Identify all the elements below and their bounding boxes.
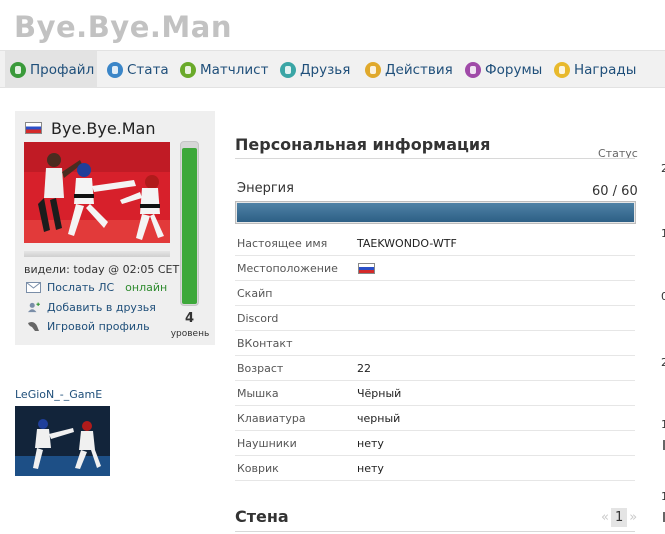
info-label: Клавиатура xyxy=(237,412,306,425)
add-friend-link[interactable]: Добавить в друзья xyxy=(26,301,156,314)
section-divider xyxy=(235,158,635,159)
tab-awards[interactable]: Награды xyxy=(554,51,636,88)
tab-profile-label: Профайл xyxy=(30,61,95,78)
friend-avatar[interactable] xyxy=(15,406,110,476)
radiation-icon xyxy=(180,61,196,78)
awards-icon xyxy=(554,61,570,78)
info-value: 22 xyxy=(357,362,371,375)
info-row-keyboard: Клавиатура черный xyxy=(235,406,635,431)
send-pm-link[interactable]: Послать ЛС онлайн xyxy=(26,281,167,294)
info-value: TAEKWONDO-WTF xyxy=(357,237,457,250)
right-column-fragment: 1 xyxy=(661,490,665,503)
right-column-cutoff xyxy=(660,115,665,534)
actions-icon xyxy=(365,61,381,78)
mouse-icon xyxy=(28,322,39,331)
info-row-skype: Скайп xyxy=(235,281,635,306)
add-friend-label: Добавить в друзья xyxy=(47,301,156,314)
info-label: Мышка xyxy=(237,387,279,400)
energy-value: 60 / 60 xyxy=(592,184,638,199)
tab-actions-label: Действия xyxy=(385,61,453,78)
level-label: уровень xyxy=(170,329,210,339)
info-label: Discord xyxy=(237,312,279,325)
friend-name-link[interactable]: LeGioN_-_GamE xyxy=(15,388,102,401)
wall-title: Стена xyxy=(235,507,289,526)
energy-label: Энергия xyxy=(237,181,294,196)
wall-pagination: « 1 » xyxy=(601,508,637,527)
tab-friends[interactable]: Друзья xyxy=(280,51,350,88)
tab-matchlist-label: Матчлист xyxy=(200,61,269,78)
right-column-fragment: 1 xyxy=(661,418,665,431)
profile-card: Bye.Bye.Man видели: today @ 02:05 CET По… xyxy=(15,111,215,345)
info-row-location: Местоположение xyxy=(235,256,635,281)
info-value: черный xyxy=(357,412,401,425)
online-status: онлайн xyxy=(125,281,168,294)
info-row-vkontakte: ВКонтакт xyxy=(235,331,635,356)
tab-matchlist[interactable]: Матчлист xyxy=(180,51,268,88)
info-row-age: Возраст 22 xyxy=(235,356,635,381)
info-label: Скайп xyxy=(237,287,273,300)
tab-stats[interactable]: Стата xyxy=(107,51,169,88)
level-number: 4 xyxy=(184,311,195,326)
russia-flag-icon xyxy=(358,263,375,274)
game-profile-link[interactable]: Игровой профиль xyxy=(26,320,150,333)
tab-friends-label: Друзья xyxy=(300,61,351,78)
info-label: Местоположение xyxy=(237,262,338,275)
info-value: нету xyxy=(357,437,384,450)
info-row-real-name: Настоящее имя TAEKWONDO-WTF xyxy=(235,231,635,256)
envelope-icon xyxy=(26,282,41,293)
info-row-discord: Discord xyxy=(235,306,635,331)
page-title: Bye.Bye.Man xyxy=(14,10,232,44)
personal-info-title: Персональная информация xyxy=(235,135,491,154)
info-value: нету xyxy=(357,462,384,475)
info-label: ВКонтакт xyxy=(237,337,293,350)
friends-icon xyxy=(280,61,296,78)
info-row-mousepad: Коврик нету xyxy=(235,456,635,481)
level-progress-bar xyxy=(180,141,199,306)
right-column-fragment: 2 xyxy=(661,356,665,369)
card-divider xyxy=(24,251,170,257)
last-seen-text: видели: today @ 02:05 CET xyxy=(24,263,180,276)
russia-flag-icon xyxy=(25,122,42,134)
right-column-fragment: 1 xyxy=(661,227,665,240)
profile-icon xyxy=(10,61,26,78)
right-column-fragment: 0 xyxy=(661,290,665,303)
profile-name: Bye.Bye.Man xyxy=(51,119,156,138)
tab-profile[interactable]: Профайл xyxy=(5,51,97,88)
tab-forums-label: Форумы xyxy=(485,61,543,78)
profile-tab-bar: Профайл Стата Матчлист Друзья Действия Ф… xyxy=(0,50,665,88)
pager-prev-button[interactable]: « xyxy=(601,510,609,525)
game-profile-label: Игровой профиль xyxy=(47,320,150,333)
tab-stats-label: Стата xyxy=(127,61,169,78)
info-row-mouse: Мышка Чёрный xyxy=(235,381,635,406)
wall-divider xyxy=(235,531,635,532)
info-icon xyxy=(107,61,123,78)
energy-bar xyxy=(235,201,636,224)
pager-current-page[interactable]: 1 xyxy=(610,508,628,527)
pager-next-button[interactable]: » xyxy=(629,510,637,525)
tab-actions[interactable]: Действия xyxy=(365,51,453,88)
info-label: Наушники xyxy=(237,437,297,450)
right-column-fragment: 2 xyxy=(661,162,665,175)
info-label: Настоящее имя xyxy=(237,237,328,250)
forums-icon xyxy=(465,61,481,78)
info-row-headphones: Наушники нету xyxy=(235,431,635,456)
tab-awards-label: Награды xyxy=(574,61,637,78)
add-user-icon xyxy=(28,302,40,313)
info-value: Чёрный xyxy=(357,387,402,400)
info-label: Возраст xyxy=(237,362,284,375)
personal-info-table: Настоящее имя TAEKWONDO-WTF Местоположен… xyxy=(235,231,635,481)
avatar[interactable] xyxy=(24,142,170,243)
tab-forums[interactable]: Форумы xyxy=(465,51,542,88)
energy-bar-fill xyxy=(237,203,634,222)
level-progress-fill xyxy=(182,148,197,304)
send-pm-label: Послать ЛС xyxy=(47,281,115,294)
info-label: Коврик xyxy=(237,462,279,475)
